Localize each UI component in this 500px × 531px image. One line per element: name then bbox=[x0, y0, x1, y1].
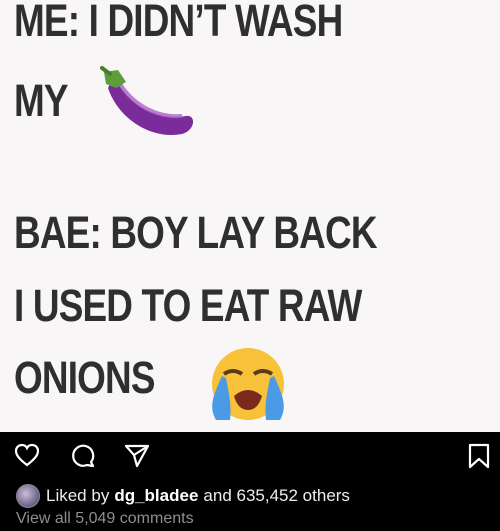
meme-line-3: BAE: BOY LAY BACK bbox=[14, 207, 377, 258]
meme-line-1: ME: I DIDN’T WASH bbox=[14, 0, 343, 46]
liker-username-link[interactable]: dg_bladee bbox=[114, 486, 198, 506]
action-bar bbox=[0, 432, 500, 477]
heart-icon[interactable] bbox=[14, 443, 40, 469]
meme-line-2: MY bbox=[14, 75, 69, 126]
avatar[interactable] bbox=[16, 484, 40, 508]
view-comments-link[interactable]: View all 5,049 comments bbox=[16, 510, 194, 528]
meme-line-5: ONIONS bbox=[14, 352, 155, 403]
bookmark-icon[interactable] bbox=[466, 443, 492, 469]
post-image[interactable]: ME: I DIDN’T WASH MY BAE: BOY LAY BACK I… bbox=[0, 0, 500, 432]
likes-row: Liked by dg_bladee and 635,452 others bbox=[16, 484, 350, 508]
liked-by-label: Liked by bbox=[46, 486, 110, 505]
eggplant-icon bbox=[100, 66, 194, 135]
likes-count-link[interactable]: and 635,452 others bbox=[203, 486, 350, 506]
meme-line-4: I USED TO EAT RAW bbox=[14, 280, 362, 331]
share-icon[interactable] bbox=[124, 443, 150, 469]
comment-icon[interactable] bbox=[70, 443, 96, 469]
loudly-crying-face-icon bbox=[212, 348, 284, 420]
